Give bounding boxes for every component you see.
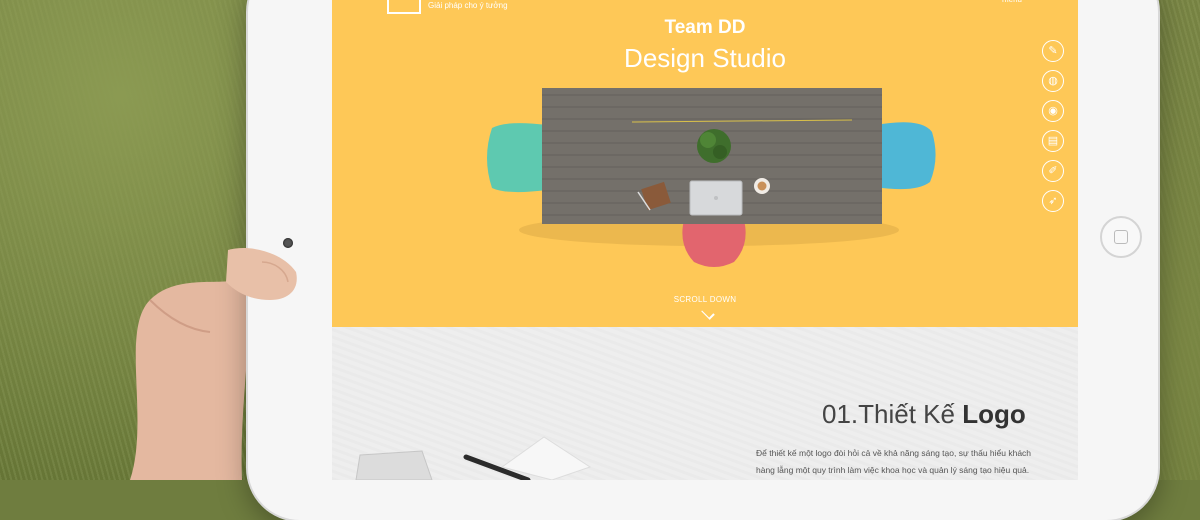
edit-icon[interactable]: ✐	[1042, 160, 1064, 182]
scroll-down-label[interactable]: SCROLL DOWN	[332, 295, 1078, 304]
document-icon[interactable]: ▤	[1042, 130, 1064, 152]
chair-bottom	[682, 220, 746, 267]
desk-illustration	[487, 88, 936, 267]
chair-left	[487, 123, 547, 193]
pencil-icon[interactable]: ✎	[1042, 40, 1064, 62]
tablet-screen: Giải pháp cho ý tưởng menu Team DD Desig…	[332, 0, 1078, 480]
hero-section: Giải pháp cho ý tưởng menu Team DD Desig…	[332, 0, 1078, 327]
camera-icon[interactable]: ◉	[1042, 100, 1064, 122]
eraser-block	[355, 450, 433, 480]
plant	[697, 129, 731, 163]
chair-right	[882, 122, 936, 190]
stationery-illustration	[355, 436, 592, 480]
logo-design-section: 01.Thiết Kế Logo Để thiết kế một logo đò…	[332, 327, 1078, 480]
globe-icon[interactable]: ◍	[1042, 70, 1064, 92]
rocket-icon[interactable]: ➶	[1042, 190, 1064, 212]
side-icon-bar: ✎ ◍ ◉ ▤ ✐ ➶	[1042, 40, 1064, 220]
